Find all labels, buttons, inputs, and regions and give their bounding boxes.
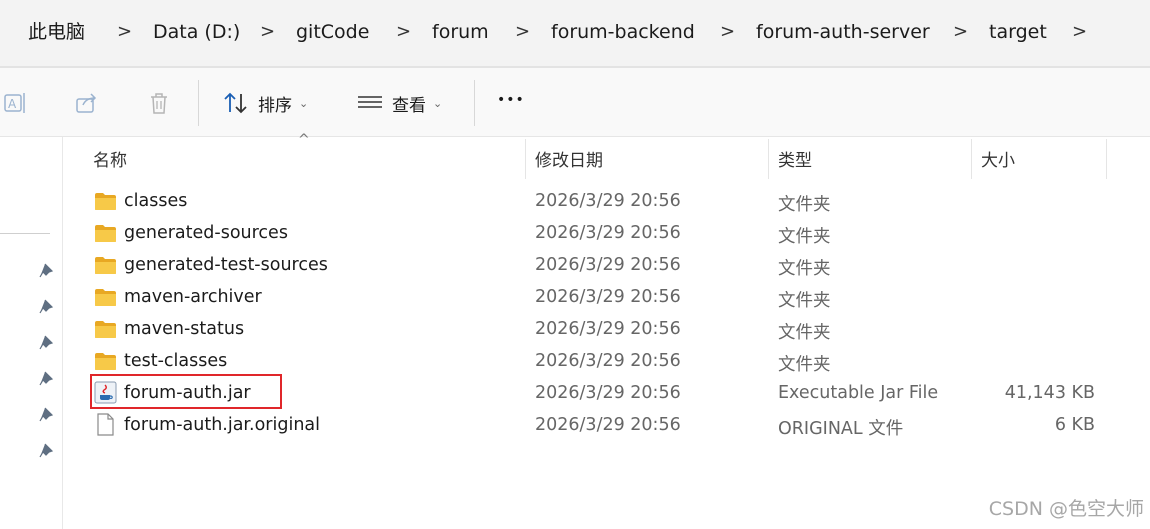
file-type: 文件夹 — [778, 195, 831, 215]
file-modified-date: 2026/3/29 20:56 — [535, 383, 681, 403]
breadcrumb-item-data-drive[interactable]: Data (D:) — [153, 20, 240, 44]
file-size: 41,143 KB — [1004, 383, 1095, 403]
sort-indicator-icon: ^ — [298, 132, 310, 148]
highlight-box — [90, 374, 282, 409]
file-modified-date: 2026/3/29 20:56 — [535, 415, 681, 435]
folder-icon — [94, 256, 117, 275]
pin-icon[interactable] — [38, 334, 56, 352]
breadcrumb-item-forum[interactable]: forum — [432, 20, 489, 44]
file-modified-date: 2026/3/29 20:56 — [535, 255, 681, 275]
chevron-right-icon[interactable]: > — [396, 20, 411, 44]
file-modified-date: 2026/3/29 20:56 — [535, 351, 681, 371]
column-divider[interactable] — [525, 139, 526, 179]
sort-button[interactable]: 排序 ⌄ — [222, 90, 308, 116]
file-row[interactable]: classes 2026/3/29 20:56 文件夹 — [90, 187, 1120, 219]
column-divider[interactable] — [1106, 139, 1107, 179]
chevron-right-icon[interactable]: > — [953, 20, 968, 44]
column-header-size[interactable]: 大小 — [981, 146, 1015, 171]
file-name: generated-test-sources — [124, 255, 328, 275]
sort-icon — [224, 92, 247, 114]
file-row[interactable]: generated-test-sources 2026/3/29 20:56 文件夹 — [90, 251, 1120, 283]
folder-icon — [94, 320, 117, 339]
breadcrumb-item-forum-auth-server[interactable]: forum-auth-server — [756, 20, 930, 44]
file-name: forum-auth.jar.original — [124, 415, 320, 435]
delete-button[interactable] — [146, 90, 172, 116]
breadcrumb: 此电脑 > Data (D:) > gitCode > forum > foru… — [0, 0, 1150, 66]
pin-icon[interactable] — [38, 262, 56, 280]
chevron-right-icon[interactable]: > — [117, 20, 132, 44]
column-header-name[interactable]: 名称 — [93, 146, 127, 171]
chevron-down-icon: ⌄ — [433, 96, 443, 110]
column-header-modified[interactable]: 修改日期 — [535, 146, 603, 171]
breadcrumb-item-target[interactable]: target — [989, 20, 1047, 44]
view-icon — [358, 96, 382, 108]
file-name: classes — [124, 191, 188, 211]
file-type: 文件夹 — [778, 355, 831, 375]
file-modified-date: 2026/3/29 20:56 — [535, 191, 681, 211]
file-type: 文件夹 — [778, 291, 831, 311]
share-icon — [76, 93, 97, 113]
column-header-type[interactable]: 类型 — [778, 146, 812, 171]
folder-icon — [94, 352, 117, 371]
file-row[interactable]: forum-auth.jar.original 2026/3/29 20:56 OR… — [90, 411, 1120, 443]
toolbar-separator — [474, 80, 475, 126]
chevron-right-icon[interactable]: > — [260, 20, 275, 44]
share-button[interactable] — [74, 90, 100, 116]
file-modified-date: 2026/3/29 20:56 — [535, 223, 681, 243]
breadcrumb-item-this-pc[interactable]: 此电脑 — [28, 20, 85, 44]
file-type: 文件夹 — [778, 259, 831, 279]
rename-icon: A — [4, 93, 25, 113]
file-name: generated-sources — [124, 223, 288, 243]
file-modified-date: 2026/3/29 20:56 — [535, 319, 681, 339]
navigation-pane — [0, 137, 63, 529]
blank-file-icon — [94, 413, 117, 436]
file-type: 文件夹 — [778, 227, 831, 247]
breadcrumb-item-forum-backend[interactable]: forum-backend — [551, 20, 695, 44]
pin-icon[interactable] — [38, 406, 56, 424]
file-type: ORIGINAL 文件 — [778, 419, 904, 439]
folder-icon — [94, 224, 117, 243]
pin-icon[interactable] — [38, 442, 56, 460]
file-row[interactable]: maven-status 2026/3/29 20:56 文件夹 — [90, 315, 1120, 347]
breadcrumb-item-gitcode[interactable]: gitCode — [296, 20, 369, 44]
folder-icon — [94, 288, 117, 307]
folder-icon — [94, 192, 117, 211]
view-button[interactable]: 查看 ⌄ — [356, 90, 442, 116]
file-name: maven-status — [124, 319, 245, 339]
file-type: Executable Jar File — [778, 383, 939, 403]
column-divider[interactable] — [971, 139, 972, 179]
file-size: 6 KB — [1054, 415, 1095, 435]
watermark: CSDN @色空大师 — [988, 498, 1144, 520]
file-type: 文件夹 — [778, 323, 831, 343]
pin-icon[interactable] — [38, 370, 56, 388]
pin-icon[interactable] — [38, 298, 56, 316]
more-options-button[interactable]: ••• — [497, 92, 525, 108]
view-label: 查看 — [392, 95, 426, 116]
chevron-right-icon[interactable]: > — [515, 20, 530, 44]
file-modified-date: 2026/3/29 20:56 — [535, 287, 681, 307]
file-row[interactable]: generated-sources 2026/3/29 20:56 文件夹 — [90, 219, 1120, 251]
chevron-right-icon[interactable]: > — [720, 20, 735, 44]
file-name: test-classes — [124, 351, 228, 371]
svg-text:A: A — [8, 97, 17, 111]
command-bar: A 排序 ⌄ 查看 ⌄ ••• — [0, 68, 1150, 137]
chevron-down-icon: ⌄ — [299, 96, 309, 110]
toolbar-separator — [198, 80, 199, 126]
trash-icon — [151, 93, 167, 114]
sort-label: 排序 — [258, 95, 292, 116]
rename-button[interactable]: A — [2, 90, 28, 116]
nav-divider — [0, 233, 50, 234]
file-row[interactable]: maven-archiver 2026/3/29 20:56 文件夹 — [90, 283, 1120, 315]
column-divider[interactable] — [768, 139, 769, 179]
chevron-right-icon[interactable]: > — [1072, 20, 1087, 44]
file-name: maven-archiver — [124, 287, 262, 307]
